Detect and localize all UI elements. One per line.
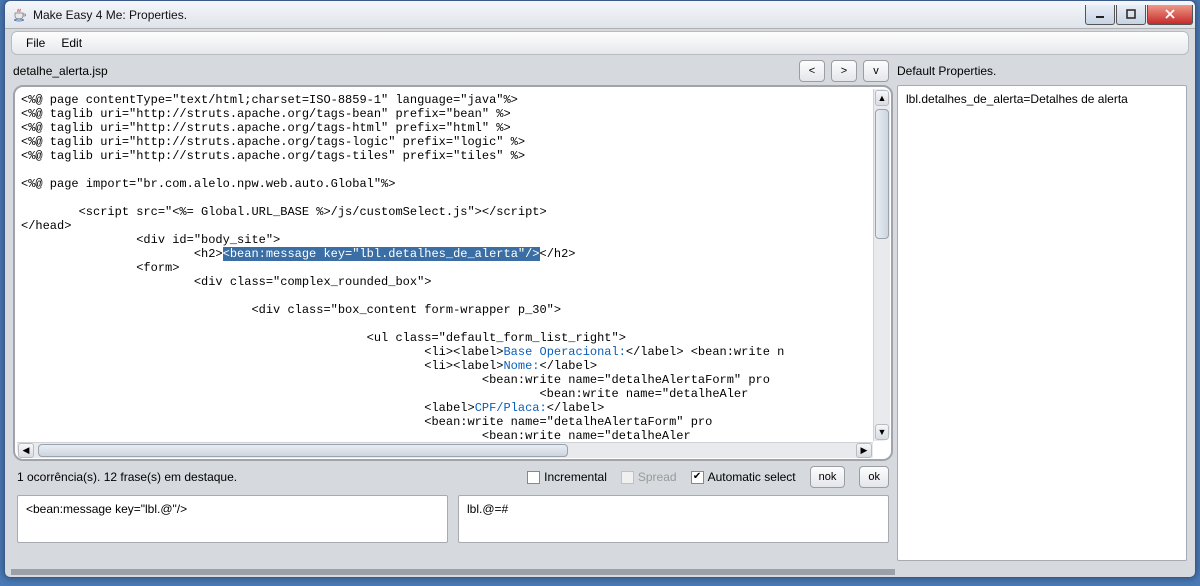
property-line: lbl.detalhes_de_alerta=Detalhes de alert…	[906, 92, 1128, 106]
highlighted-tag[interactable]: <bean:message key="lbl.detalhes_de_alert…	[223, 247, 540, 261]
options-bar: 1 ocorrência(s). 12 frase(s) em destaque…	[13, 461, 893, 493]
checkbox-icon[interactable]: ✔	[691, 471, 704, 484]
v-scroll-thumb[interactable]	[875, 109, 889, 239]
minimize-button[interactable]	[1085, 5, 1115, 25]
file-header: detalhe_alerta.jsp < > v	[13, 57, 893, 85]
scroll-up-icon[interactable]: ▲	[875, 90, 889, 106]
code-text[interactable]: <%@ page contentType="text/html;charset=…	[15, 87, 891, 441]
checkbox-icon	[621, 471, 634, 484]
nok-button[interactable]: nok	[810, 466, 846, 488]
vertical-scrollbar[interactable]: ▲ ▼	[873, 89, 890, 441]
horizontal-scrollbar[interactable]: ◀ ▶	[17, 442, 873, 458]
nav-dropdown-button[interactable]: v	[863, 60, 889, 82]
right-panel-title: Default Properties.	[897, 57, 1187, 85]
java-cup-icon	[11, 7, 27, 23]
menubar: File Edit	[11, 31, 1189, 55]
scroll-left-icon[interactable]: ◀	[18, 443, 34, 458]
code-viewer: <%@ page contentType="text/html;charset=…	[13, 85, 893, 461]
ok-button[interactable]: ok	[859, 466, 889, 488]
nav-forward-button[interactable]: >	[831, 60, 857, 82]
app-window: Make Easy 4 Me: Properties. File Edit de…	[4, 0, 1196, 578]
window-controls	[1084, 5, 1193, 25]
h-scroll-thumb[interactable]	[38, 444, 568, 457]
footer-shadow	[11, 569, 895, 575]
titlebar[interactable]: Make Easy 4 Me: Properties.	[5, 1, 1195, 29]
nav-back-button[interactable]: <	[799, 60, 825, 82]
automatic-select-checkbox[interactable]: ✔ Automatic select	[691, 470, 796, 484]
maximize-button[interactable]	[1116, 5, 1146, 25]
file-name-label: detalhe_alerta.jsp	[13, 64, 108, 78]
scroll-right-icon[interactable]: ▶	[856, 443, 872, 458]
incremental-checkbox[interactable]: Incremental	[527, 470, 607, 484]
pattern-input[interactable]: <bean:message key="lbl.@"/>	[17, 495, 448, 543]
close-button[interactable]	[1147, 5, 1193, 25]
scroll-down-icon[interactable]: ▼	[875, 424, 889, 440]
menu-edit[interactable]: Edit	[53, 34, 90, 52]
properties-panel[interactable]: lbl.detalhes_de_alerta=Detalhes de alert…	[897, 85, 1187, 561]
checkbox-icon[interactable]	[527, 471, 540, 484]
window-title: Make Easy 4 Me: Properties.	[33, 8, 187, 22]
replacement-input[interactable]: lbl.@=#	[458, 495, 889, 543]
status-text: 1 ocorrência(s). 12 frase(s) em destaque…	[17, 470, 237, 484]
spread-checkbox: Spread	[621, 470, 677, 484]
menu-file[interactable]: File	[18, 34, 53, 52]
